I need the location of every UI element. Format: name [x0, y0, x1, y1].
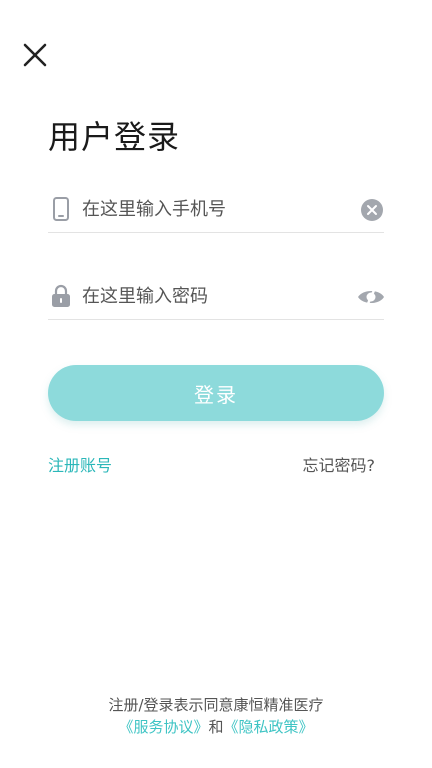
- lock-icon: [52, 284, 70, 307]
- login-button[interactable]: 登录: [48, 365, 384, 421]
- phone-icon: [53, 197, 69, 221]
- agreement-notice: 注册/登录表示同意康恒精准医疗 《服务协议》和《隐私政策》: [0, 694, 432, 738]
- terms-link[interactable]: 《服务协议》: [118, 718, 208, 736]
- register-link[interactable]: 注册账号: [48, 452, 112, 476]
- close-icon: [23, 43, 47, 67]
- phone-field: [48, 188, 384, 233]
- page-title: 用户登录: [48, 118, 181, 156]
- agreement-and: 和: [208, 718, 224, 736]
- phone-input[interactable]: [82, 194, 342, 224]
- clear-icon[interactable]: [360, 198, 384, 222]
- close-button[interactable]: [18, 38, 52, 72]
- agreement-text: 注册/登录表示同意康恒精准医疗: [108, 696, 324, 714]
- eye-hidden-icon[interactable]: [356, 285, 386, 309]
- privacy-link[interactable]: 《隐私政策》: [224, 718, 314, 736]
- password-field: [48, 275, 384, 320]
- agreement-links-row: 《服务协议》和《隐私政策》: [0, 716, 432, 738]
- password-input[interactable]: [82, 281, 342, 311]
- forgot-password-link[interactable]: 忘记密码?: [303, 452, 376, 476]
